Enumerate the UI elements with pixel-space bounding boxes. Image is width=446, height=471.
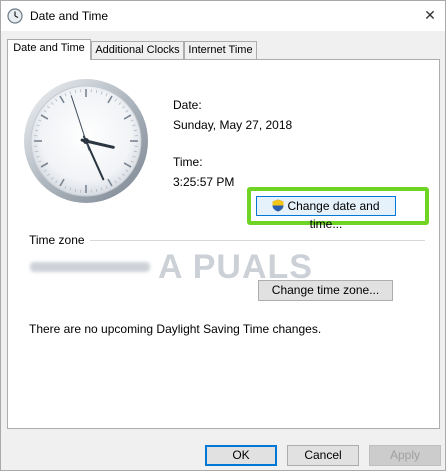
window-title: Date and Time [30, 9, 109, 23]
time-zone-heading: Time zone [29, 233, 85, 247]
cancel-button[interactable]: Cancel [287, 445, 359, 466]
date-time-dialog: Date and Time ✕ Date and Time Additional… [0, 0, 446, 471]
analog-clock [24, 79, 148, 203]
clock-icon [7, 8, 23, 24]
date-value: Sunday, May 27, 2018 [173, 118, 293, 132]
tab-internet-time[interactable]: Internet Time [184, 41, 257, 59]
time-value: 3:25:57 PM [173, 175, 235, 189]
time-zone-divider [90, 240, 425, 241]
clock-center [83, 138, 89, 144]
tab-panel: Date: Sunday, May 27, 2018 Time: 3:25:57… [7, 59, 440, 429]
change-date-time-button[interactable]: Change date and time... [256, 196, 396, 231]
date-label: Date: [173, 98, 202, 112]
uac-shield-icon [272, 199, 284, 212]
tab-additional-clocks[interactable]: Additional Clocks [91, 41, 184, 59]
change-time-zone-button[interactable]: Change time zone... [258, 280, 393, 301]
close-button[interactable]: ✕ [421, 6, 439, 24]
change-date-time-label: Change date and time... [287, 199, 380, 231]
dst-message: There are no upcoming Daylight Saving Ti… [29, 322, 322, 336]
tab-date-and-time[interactable]: Date and Time [7, 39, 91, 60]
apply-button[interactable]: Apply [369, 445, 441, 466]
time-zone-value-redacted [30, 262, 150, 272]
ok-button[interactable]: OK [205, 445, 277, 466]
time-label: Time: [173, 155, 203, 169]
title-bar: Date and Time ✕ [1, 1, 445, 31]
